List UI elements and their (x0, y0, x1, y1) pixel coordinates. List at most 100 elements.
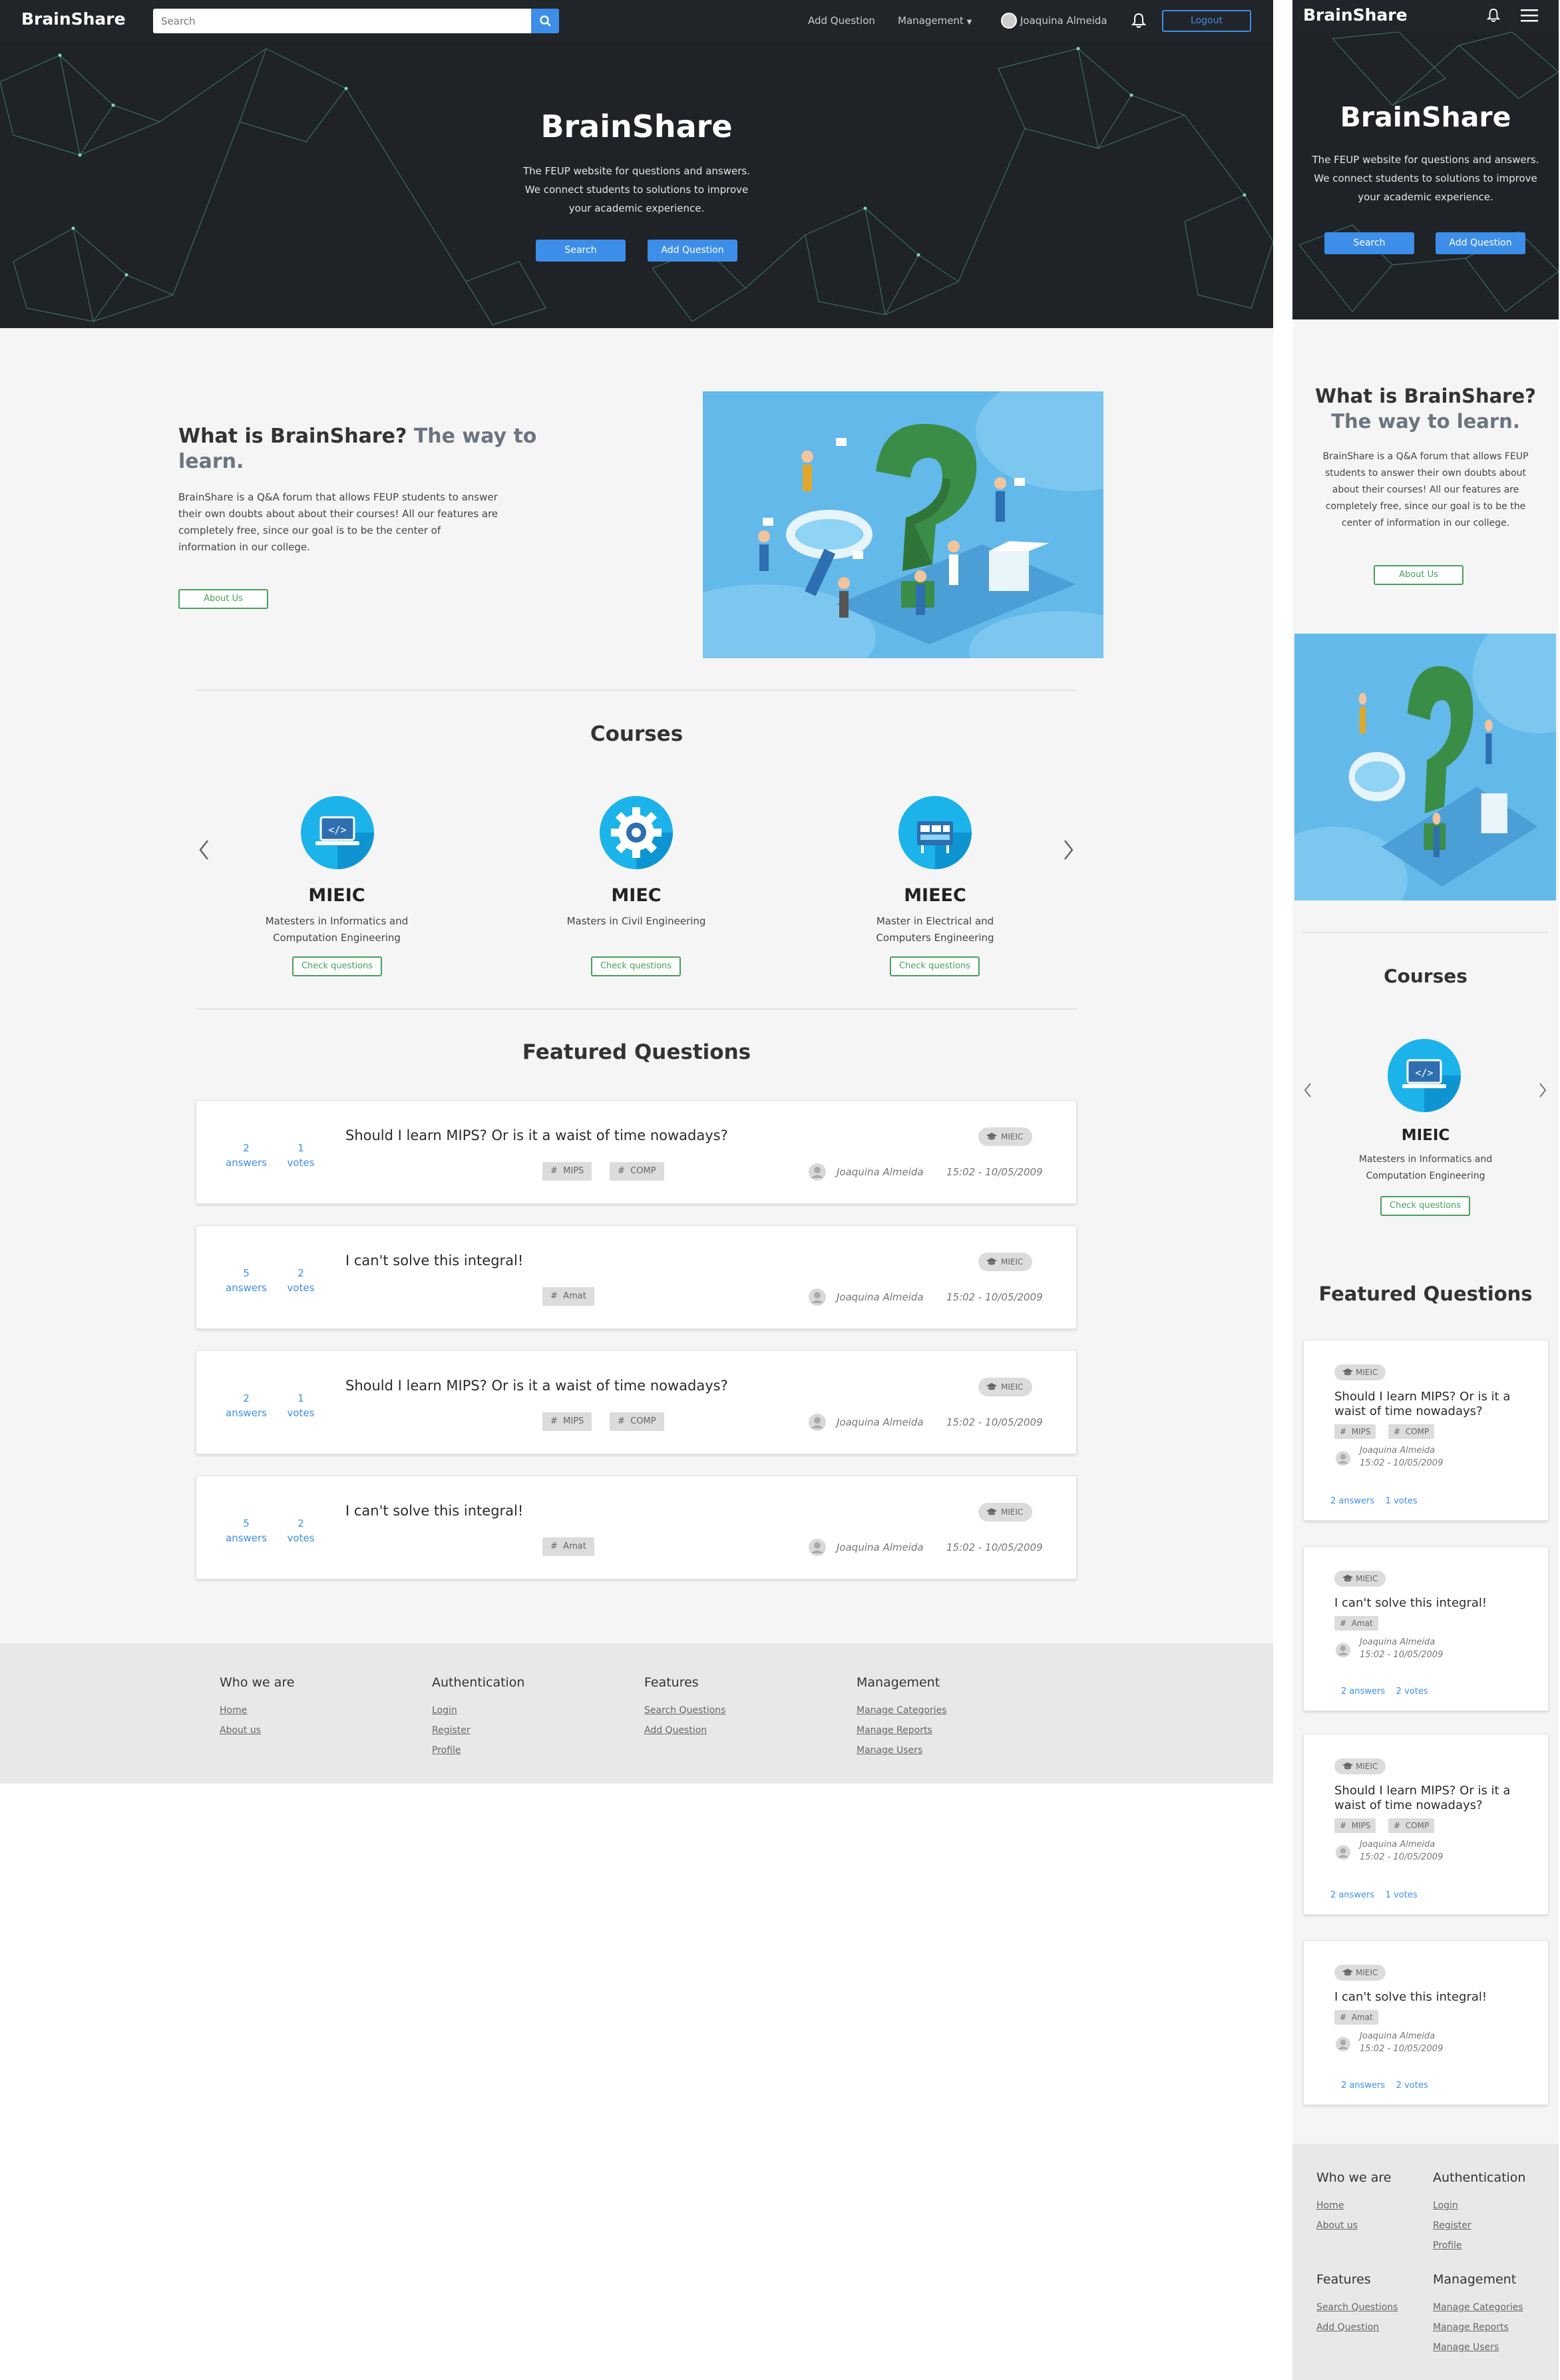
question-title[interactable]: Should I learn MIPS? Or is it a waist of… (345, 1378, 728, 1394)
course-badge[interactable]: MIEIC (1334, 1571, 1386, 1587)
brand-logo[interactable]: BrainShare (21, 9, 126, 29)
check-questions-button[interactable]: Check questions (1380, 1196, 1470, 1216)
footer-link-manage-users[interactable]: Manage Users (857, 1745, 922, 1756)
footer-link-add-question[interactable]: Add Question (1316, 2322, 1379, 2333)
question-title[interactable]: I can't solve this integral! (345, 1503, 523, 1519)
question-author[interactable]: Joaquina Almeida (1360, 2031, 1435, 2041)
question-tag[interactable]: # MIPS (1334, 1818, 1376, 1833)
featured-title: Featured Questions (522, 1040, 751, 1064)
question-card[interactable]: 5 answers 2 votes I can't solve this integra… (196, 1476, 1077, 1579)
footer-link-home[interactable]: Home (1316, 2200, 1344, 2211)
carousel-next-icon[interactable] (1537, 1082, 1548, 1099)
question-card[interactable]: MIEIC I can't solve this integral! # Amat J… (1303, 1940, 1549, 2105)
footer-link-manage-categories[interactable]: Manage Categories (1433, 2302, 1523, 2313)
question-tag[interactable]: # Amat (542, 1287, 594, 1306)
hero-add-question-button[interactable]: Add Question (1436, 232, 1525, 254)
question-author[interactable]: Joaquina Almeida (1360, 1840, 1435, 1850)
question-card[interactable]: MIEIC I can't solve this integral! # Amat J… (1303, 1546, 1549, 1711)
footer-link-login[interactable]: Login (432, 1705, 457, 1716)
course-description-line: Matesters in Informatics and (1358, 1154, 1493, 1165)
question-tag[interactable]: # Amat (1334, 1616, 1378, 1631)
footer-link-manage-reports[interactable]: Manage Reports (857, 1725, 932, 1736)
carousel-prev-icon[interactable] (197, 839, 212, 861)
question-card[interactable]: 5 answers 2 votes I can't solve this integra… (196, 1225, 1077, 1329)
question-tag[interactable]: # COMP (610, 1412, 664, 1431)
hash-icon: # (1340, 1821, 1347, 1830)
question-card[interactable]: 2 answers 1 votes Should I learn MIPS? Or is… (196, 1350, 1077, 1454)
user-avatar-icon (809, 1163, 826, 1181)
question-tag[interactable]: # MIPS (542, 1162, 592, 1181)
check-questions-button[interactable]: Check questions (890, 956, 980, 976)
footer-link-about-us[interactable]: About us (1316, 2220, 1358, 2231)
course-badge[interactable]: MIEIC (1334, 1364, 1386, 1380)
search-input[interactable] (153, 9, 531, 33)
bell-icon[interactable] (1131, 12, 1146, 29)
question-title[interactable]: Should I learn MIPS? Or is it a waist of… (345, 1127, 728, 1143)
footer-link-login[interactable]: Login (1433, 2200, 1458, 2211)
course-badge[interactable]: MIEIC (978, 1378, 1033, 1396)
nav-user-name[interactable]: Joaquina Almeida (1020, 15, 1107, 27)
footer-link-about-us[interactable]: About us (220, 1725, 261, 1736)
question-title[interactable]: I can't solve this integral! (1334, 1596, 1534, 1611)
footer-link-add-question[interactable]: Add Question (644, 1725, 707, 1736)
graduation-cap-icon (986, 1133, 997, 1140)
avatar[interactable] (1001, 13, 1017, 29)
footer-link-register[interactable]: Register (432, 1725, 471, 1736)
brand-logo[interactable]: BrainShare (1303, 5, 1408, 25)
footer: Who we are Home About us Authentication … (0, 1643, 1273, 1784)
hamburger-menu-icon[interactable] (1521, 9, 1538, 22)
search-button[interactable] (531, 9, 559, 33)
course-badge[interactable]: MIEIC (978, 1253, 1033, 1271)
footer: Who we are Home About us Authentication … (1292, 2144, 1559, 2380)
answers-number: 2 (243, 1142, 250, 1154)
question-tag[interactable]: # MIPS (1334, 1424, 1376, 1439)
question-author[interactable]: Joaquina Almeida (837, 1166, 924, 1178)
question-card[interactable]: MIEIC Should I learn MIPS? Or is it a wais… (1303, 1340, 1549, 1521)
footer-link-register[interactable]: Register (1433, 2220, 1471, 2231)
question-title[interactable]: Should I learn MIPS? Or is it a waist of … (1334, 1784, 1534, 1813)
about-us-button[interactable]: About Us (1374, 565, 1463, 585)
nav-management-dropdown[interactable]: Management ▼ (898, 15, 972, 27)
footer-link-search-questions[interactable]: Search Questions (644, 1705, 725, 1716)
question-author[interactable]: Joaquina Almeida (1360, 1637, 1435, 1647)
hero-search-button[interactable]: Search (1324, 232, 1414, 254)
question-author[interactable]: Joaquina Almeida (837, 1541, 924, 1553)
course-badge[interactable]: MIEIC (1334, 1758, 1386, 1774)
check-questions-button[interactable]: Check questions (292, 956, 382, 976)
question-title[interactable]: I can't solve this integral! (1334, 1990, 1534, 2005)
question-tag[interactable]: # Amat (1334, 2010, 1378, 2025)
course-badge[interactable]: MIEIC (978, 1503, 1033, 1521)
hero-add-question-button[interactable]: Add Question (648, 240, 737, 262)
question-tag[interactable]: # COMP (1388, 1424, 1435, 1439)
question-title[interactable]: I can't solve this integral! (345, 1253, 523, 1269)
question-tag[interactable]: # Amat (542, 1537, 594, 1556)
footer-link-manage-reports[interactable]: Manage Reports (1433, 2322, 1509, 2333)
bell-icon[interactable] (1487, 7, 1500, 23)
question-title[interactable]: Should I learn MIPS? Or is it a waist of … (1334, 1390, 1534, 1419)
footer-link-home[interactable]: Home (220, 1705, 247, 1716)
logout-button[interactable]: Logout (1162, 10, 1251, 32)
footer-link-search-questions[interactable]: Search Questions (1316, 2302, 1398, 2313)
nav-add-question[interactable]: Add Question (808, 15, 875, 27)
footer-link-profile[interactable]: Profile (1433, 2240, 1462, 2251)
carousel-next-icon[interactable] (1061, 839, 1075, 861)
question-card[interactable]: MIEIC Should I learn MIPS? Or is it a wais… (1303, 1734, 1549, 1915)
question-author[interactable]: Joaquina Almeida (837, 1416, 924, 1428)
question-tag[interactable]: # MIPS (542, 1412, 592, 1431)
footer-link-manage-users[interactable]: Manage Users (1433, 2342, 1499, 2353)
course-badge[interactable]: MIEIC (1334, 1965, 1386, 1981)
carousel-prev-icon[interactable] (1302, 1082, 1313, 1099)
question-tag[interactable]: # COMP (1388, 1818, 1435, 1833)
footer-link-profile[interactable]: Profile (432, 1745, 461, 1756)
question-author[interactable]: Joaquina Almeida (1360, 1446, 1435, 1456)
footer-link-manage-categories[interactable]: Manage Categories (857, 1705, 947, 1716)
question-tag-label: Amat (1351, 1619, 1373, 1628)
question-card[interactable]: 2 answers 1 votes Should I learn MIPS? Or is… (196, 1100, 1077, 1204)
check-questions-button[interactable]: Check questions (591, 956, 681, 976)
question-tag[interactable]: # COMP (610, 1162, 664, 1181)
hero-search-button[interactable]: Search (536, 240, 626, 262)
footer-column-title: Who we are (220, 1675, 295, 1690)
question-author[interactable]: Joaquina Almeida (837, 1291, 924, 1303)
course-badge[interactable]: MIEIC (978, 1127, 1033, 1146)
about-us-button[interactable]: About Us (178, 589, 268, 609)
